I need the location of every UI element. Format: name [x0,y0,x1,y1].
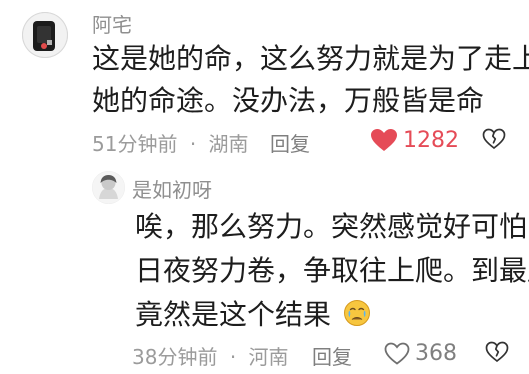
like-button[interactable]: 368 [384,339,457,367]
location-label: 湖南 [208,132,249,156]
separator-dot: · [229,345,237,369]
time-label: 38分钟前 [132,345,218,369]
reply-button[interactable]: 回复 [270,128,310,157]
author-name[interactable]: 是如初呀 [132,174,212,203]
comment-text: 唉，那么努力。突然感觉好可怕， 日夜努力卷，争取往上爬。到最后 竟然是这个结果 [135,205,529,340]
avatar[interactable] [22,12,68,58]
comment-line: 这是她的命，这么努力就是为了走上 [92,42,529,75]
comment-text: 这是她的命，这么努力就是为了走上 她的命途。没办法，万般皆是命 [92,38,529,122]
broken-heart-icon [485,341,509,363]
comment-line-with-emoji: 竟然是这个结果 [135,293,525,340]
comment-line: 她的命途。没办法，万般皆是命 [92,84,485,117]
comment-meta: 38分钟前 · 河南 [132,341,289,370]
reply-button[interactable]: 回复 [312,341,352,370]
comment-line: 日夜努力卷，争取往上爬。到最后 [135,254,529,287]
heart-filled-icon [371,129,397,151]
time-label: 51分钟前 [92,132,178,156]
heart-outline-icon [384,342,410,365]
separator-dot: · [189,132,197,156]
author-name[interactable]: 阿宅 [92,9,132,38]
like-count: 368 [415,340,457,366]
dislike-button[interactable] [482,128,506,154]
like-button[interactable]: 1282 [370,126,459,154]
comment-line: 唉，那么努力。突然感觉好可怕， [135,210,529,243]
dark-device-avatar-icon [22,12,68,58]
dislike-button[interactable] [485,341,509,367]
comment-line: 竟然是这个结果 [135,298,332,331]
like-count: 1282 [403,127,459,153]
broken-heart-icon [482,128,506,150]
comment-meta: 51分钟前 · 湖南 [92,128,249,157]
avatar[interactable] [92,171,125,204]
anime-avatar-icon [92,171,125,204]
crying-face-icon [343,296,371,340]
location-label: 河南 [248,345,289,369]
